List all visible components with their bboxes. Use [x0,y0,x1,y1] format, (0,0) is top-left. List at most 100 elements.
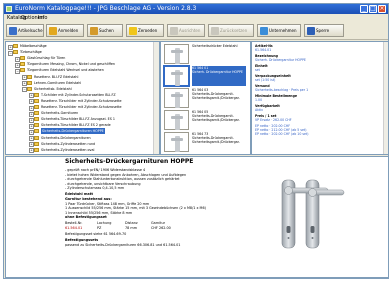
detail-value: 1.00 [255,98,263,102]
article-entry[interactable]: Sicherheitsdrücker Edelstahl [192,44,246,64]
tree-item-label: Türgarnituren Messing, Chrom, Nickel und… [27,62,115,67]
window-title: EuroNorm Katalogpage!!! - JPG Beschlage … [15,5,197,12]
toolbar-button-suchen[interactable]: Suchen [87,24,123,37]
detail-value: set (1:50 ist) [255,78,276,82]
article-thumbnail[interactable] [164,66,189,86]
article-entry-l3: Sicherheitsgarnit./Drückergar. [192,96,240,100]
article-entry[interactable]: 61 564 03 Sicherheits-Drückergarnit. Siche… [192,88,246,108]
product-description: Sicherheits-Drückergarnituren HOPPE - ge… [5,156,388,278]
bullet-5: - Zylinderschutzmass 0,4-10,5 mm [65,186,125,190]
tree-item-label: Rosettenr. Türschilder mit Zylinder-Schu… [41,98,122,103]
catalog-search-icon [9,27,17,35]
article-entry-title: Sicherheitsdrücker Edelstahl [192,44,238,48]
article-thumbnail[interactable] [164,132,189,152]
tree-item-label: Sicherheitsb. Edelstahl [34,86,72,91]
folder-icon [34,111,39,116]
toolbar-button-anmelden[interactable]: Anmelden [46,24,84,37]
folder-icon [34,92,39,97]
folder-icon [27,74,32,79]
tree-item-label: Rosettenr. Türschilder mit Zylinder-Schu… [41,105,122,109]
article-entry-l2: Sicherh. Drückergarnitur HOPPE [192,70,243,74]
handle-lever-shape [171,138,183,141]
category-tree[interactable]: + Möbelbeschläge − Türbeschläge + Glastürschl… [5,41,160,155]
company-icon [260,27,268,35]
tree-item-label: Sicherheits-Türschilder BLI-FZ ES 2 gera… [41,123,111,128]
tree-item-label: T-Schilder mit Zylinder-Schutzrosetten B… [41,92,116,97]
handle-lever-shape [171,116,183,119]
tree-scrollbar[interactable] [153,42,159,154]
reset-icon [211,27,219,35]
handle-lever-shape [171,94,183,97]
menu-info[interactable]: Info [38,14,47,22]
menu-bar: Katalog Optionen Info [4,14,388,22]
toolbar-button-label: Unternehmen [269,28,297,33]
article-entry[interactable]: 61 564 05 Sicherheits-Drückergarnit. Siche… [192,110,246,130]
detail-value: Sicherh. Drückergarnitur HOPPE [255,58,306,62]
close-button[interactable]: × [378,5,386,13]
folder-icon [20,68,25,73]
folder-icon [20,62,25,67]
search-icon [90,27,98,35]
toolbar-button-label: Artikelsuche [18,28,43,33]
folder-icon [34,141,39,146]
article-thumbnail[interactable] [164,110,189,130]
article-entry[interactable]: 61 564 73 Sicherheits-Drückergarnit. Siche… [192,132,246,152]
folder-icon [34,135,39,140]
user-icon [49,27,57,35]
tree-item-label: Rosettenr. BLI-FZ Edelstahl [34,74,79,79]
tree-item-label: Sicherheits-Zylinderosetten oval [41,147,95,152]
folder-icon [34,123,39,128]
article-entry-l3: Sicherheitsgarnit./Drückergar. [192,140,240,144]
toolbar-button-zeroeden[interactable]: Zeroeden [126,24,164,37]
app-icon [6,6,12,12]
folder-icon [20,56,25,61]
article-list[interactable]: Sicherheitsdrücker Edelstahl 61 564 01 Sic… [160,41,251,155]
folder-icon [34,117,39,122]
toolbar-button-sperre[interactable]: Sperre [304,24,344,37]
toolbar-button-label: Ausrichten [179,28,201,33]
product-title: Sicherheits-Drückergarnituren HOPPE [65,158,194,165]
toolbar-button-label: Sperre [316,28,330,33]
tree-item-label: Sicherheits-Garnituren [41,111,79,116]
article-thumbnail[interactable] [164,44,189,64]
article-thumbnail[interactable] [164,88,189,108]
tree-item-label: Möbelbeschläge [20,44,47,48]
toolbar-button-zur-cksetzen: Zurücksetzen [208,24,254,37]
order-number-link[interactable]: 61.564.01 [65,226,82,231]
toolbar: Artikelsuche Anmelden Suchen Zeroeden Ausric… [4,22,388,40]
detail-value: VP Ersatz · 262.00 CHF [255,118,292,122]
toolbar-button-label: Zurücksetzen [220,28,248,33]
folder-icon [27,80,32,85]
detail-value: Aktiv [255,108,264,112]
align-icon [170,27,178,35]
lock-icon [307,27,315,35]
article-entry[interactable]: 61 564 01 Sicherh. Drückergarnitur HOPPE [192,66,246,86]
toolbar-button-label: Anmelden [58,28,79,33]
detail-value: set [255,68,260,72]
folder-icon [34,147,39,152]
detail-value: 61.564.01 [255,48,272,52]
cell-price: CHF 262.00 [151,225,171,230]
tree-item-label: Türgarnituren Edelstahl Wechsel und abst… [27,68,104,73]
tree-item-label: Sicherheits-Drückergarnituren HOPPE [41,128,105,135]
details-scrollbar[interactable] [383,42,388,154]
tree-item-label: Sicherheits-Türschilder BLI-FZ Anzugsei.… [41,117,115,122]
toolbar-button-unternehmen[interactable]: Unternehmen [257,24,301,37]
handle-lever-shape [171,72,183,75]
product-image [281,179,345,249]
toolbar-button-ausrichten: Ausrichten [167,24,205,37]
maximize-button[interactable]: □ [369,5,377,13]
toolbar-button-artikelsuche[interactable]: Artikelsuche [6,24,44,37]
app-window: EuroNorm Katalogpage!!! - JPG Beschlage … [3,3,389,279]
tree-item-label: Lehnen-Garnituren Edelstahl [34,80,82,85]
mounting-note: ohne Befestigungsset [65,215,107,219]
folder-icon [13,44,18,48]
title-bar[interactable]: EuroNorm Katalogpage!!! - JPG Beschlage … [4,4,388,14]
folder-icon [34,129,39,134]
cell-lochung: PZ [97,225,102,230]
cell-distanz: 78 mm [125,225,137,230]
tree-item-label: Türbeschläge [20,50,42,55]
minimize-button[interactable]: _ [360,5,368,13]
folder-icon [34,98,39,103]
folder-icon [34,105,39,109]
